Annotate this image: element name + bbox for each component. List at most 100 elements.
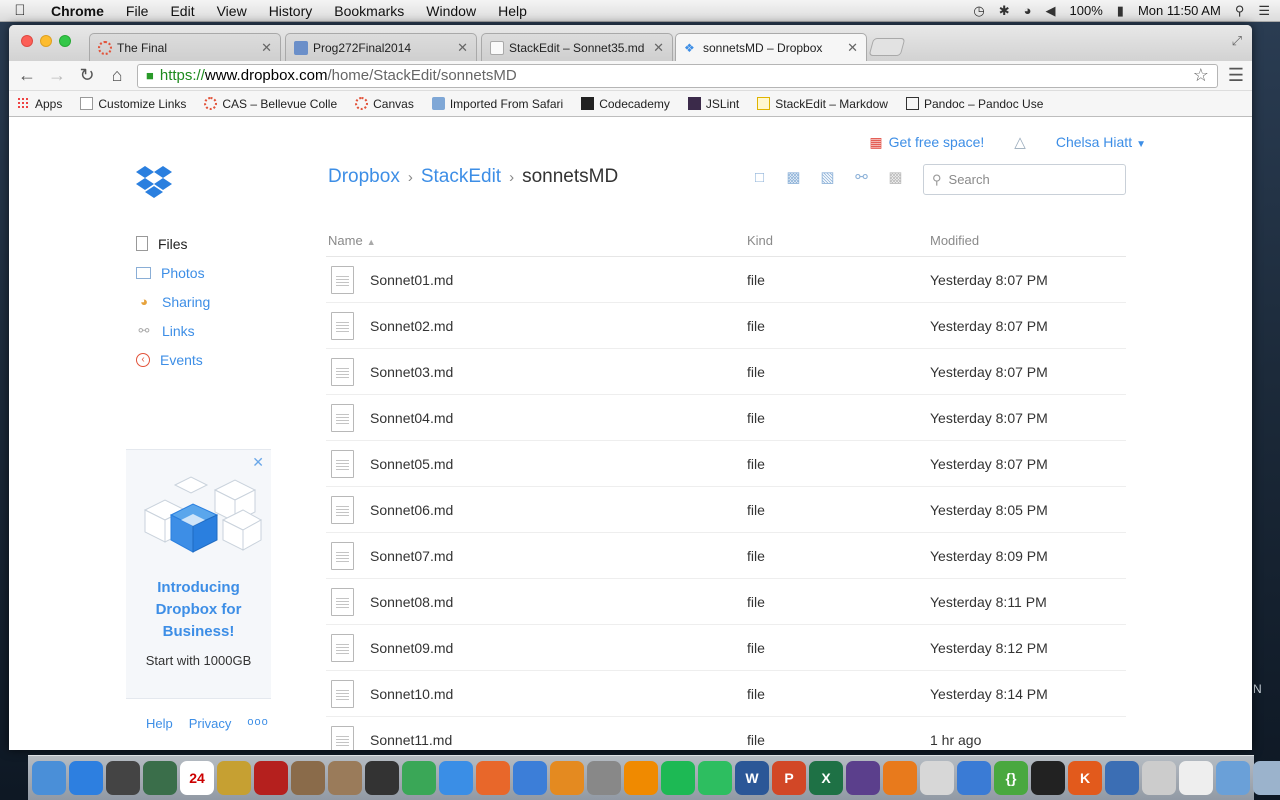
menu-view[interactable]: View xyxy=(206,3,258,19)
komodo-icon[interactable]: K xyxy=(1068,761,1102,795)
menu-history[interactable]: History xyxy=(258,3,324,19)
file-name[interactable]: Sonnet08.md xyxy=(370,594,453,610)
file-name[interactable]: Sonnet07.md xyxy=(370,548,453,564)
sidebar-item-photos[interactable]: Photos xyxy=(136,258,210,287)
trash-icon[interactable]: ▩ xyxy=(886,169,905,186)
notification-center-icon[interactable]: ☰ xyxy=(1258,3,1270,19)
new-tab-button[interactable] xyxy=(868,38,906,56)
bookmark-jslint[interactable]: JSLint xyxy=(687,97,739,111)
column-modified-header[interactable]: Modified xyxy=(930,233,1126,248)
wifi-icon[interactable]: ◕ xyxy=(1024,3,1032,18)
more-options-icon[interactable]: ooo xyxy=(247,716,268,731)
menu-app-chrome[interactable]: Chrome xyxy=(40,3,115,19)
app-store-icon[interactable] xyxy=(69,761,103,795)
close-tab-icon[interactable]: ✕ xyxy=(847,40,858,56)
menu-file[interactable]: File xyxy=(115,3,160,19)
column-name-header[interactable]: Name ▲ xyxy=(326,233,747,248)
menu-help[interactable]: Help xyxy=(487,3,538,19)
evernote-icon[interactable] xyxy=(698,761,732,795)
firefox-icon[interactable] xyxy=(476,761,510,795)
file-name[interactable]: Sonnet09.md xyxy=(370,640,453,656)
table-row[interactable]: Sonnet06.md file Yesterday 8:05 PM xyxy=(326,487,1126,533)
close-tab-icon[interactable]: ✕ xyxy=(653,40,664,56)
close-tab-icon[interactable]: ✕ xyxy=(261,40,272,56)
get-free-space-link[interactable]: ▦ Get free space! xyxy=(869,134,984,151)
notifications-bell-icon[interactable]: △ xyxy=(1014,133,1026,151)
upload-file-icon[interactable]: □ xyxy=(750,169,769,186)
spotify-icon[interactable] xyxy=(661,761,695,795)
virtualbox-icon[interactable] xyxy=(1105,761,1139,795)
zoom-window-button[interactable] xyxy=(59,35,71,47)
itunes-icon[interactable] xyxy=(513,761,547,795)
calendar-icon[interactable]: 24 xyxy=(180,761,214,795)
new-folder-icon[interactable]: ▩ xyxy=(784,169,803,186)
secure-lock-icon[interactable]: ■ xyxy=(146,68,154,83)
table-row[interactable]: Sonnet02.md file Yesterday 8:07 PM xyxy=(326,303,1126,349)
tab-dropbox-active[interactable]: ❖ sonnetsMD – Dropbox ✕ xyxy=(675,33,867,61)
brackets-icon[interactable]: {} xyxy=(994,761,1028,795)
close-promo-icon[interactable]: ✕ xyxy=(252,454,264,471)
table-row[interactable]: Sonnet10.md file Yesterday 8:14 PM xyxy=(326,671,1126,717)
back-button[interactable]: ← xyxy=(17,65,37,86)
iphoto-icon[interactable] xyxy=(328,761,362,795)
script-editor-icon[interactable] xyxy=(587,761,621,795)
dropbox-logo[interactable] xyxy=(135,165,173,204)
spotlight-search-icon[interactable]: ⚲ xyxy=(1235,3,1245,19)
bookmark-pandoc[interactable]: Pandoc – Pandoc Use xyxy=(905,97,1043,111)
settings-gear-icon[interactable] xyxy=(1142,761,1176,795)
minimize-window-button[interactable] xyxy=(40,35,52,47)
xcode-icon[interactable] xyxy=(957,761,991,795)
table-row[interactable]: Sonnet07.md file Yesterday 8:09 PM xyxy=(326,533,1126,579)
search-input[interactable] xyxy=(948,172,1109,187)
finder-icon[interactable] xyxy=(32,761,66,795)
tab-prog272[interactable]: Prog272Final2014 ✕ xyxy=(285,33,477,61)
user-menu[interactable]: Chelsa Hiatt ▼ xyxy=(1056,134,1146,150)
apple-menu-icon[interactable]:  xyxy=(0,2,40,19)
home-button[interactable]: ⌂ xyxy=(107,65,127,86)
downloads-stack-icon[interactable] xyxy=(1253,761,1280,795)
table-row[interactable]: Sonnet05.md file Yesterday 8:07 PM xyxy=(326,441,1126,487)
file-name[interactable]: Sonnet06.md xyxy=(370,502,453,518)
bookmark-canvas[interactable]: Canvas xyxy=(355,97,414,111)
volume-icon[interactable]: ◀ xyxy=(1046,3,1056,19)
menu-bookmarks[interactable]: Bookmarks xyxy=(323,3,415,19)
chrome-menu-icon[interactable]: ☰ xyxy=(1228,65,1244,86)
time-machine-icon[interactable] xyxy=(143,761,177,795)
bookmark-stackedit[interactable]: StackEdit – Markdow xyxy=(757,97,888,111)
column-kind-header[interactable]: Kind xyxy=(747,233,930,248)
search-box[interactable]: ⚲ xyxy=(923,164,1126,195)
excel-icon[interactable]: X xyxy=(809,761,843,795)
imovie-icon[interactable] xyxy=(217,761,251,795)
system-preferences-icon[interactable] xyxy=(883,761,917,795)
table-row[interactable]: Sonnet08.md file Yesterday 8:11 PM xyxy=(326,579,1126,625)
powerpoint-icon[interactable]: P xyxy=(772,761,806,795)
vlc-icon[interactable] xyxy=(624,761,658,795)
textedit-icon[interactable] xyxy=(920,761,954,795)
file-name[interactable]: Sonnet01.md xyxy=(370,272,453,288)
breadcrumb-root[interactable]: Dropbox xyxy=(328,166,400,188)
fullscreen-icon[interactable]: ⤢ xyxy=(1232,33,1242,49)
eclipse-icon[interactable] xyxy=(846,761,880,795)
file-name[interactable]: Sonnet10.md xyxy=(370,686,453,702)
sidebar-item-files[interactable]: Files xyxy=(136,229,210,258)
document-icon[interactable] xyxy=(1179,761,1213,795)
time-machine-status-icon[interactable]: ◷ xyxy=(973,3,984,19)
sidebar-item-sharing[interactable]: ◕ Sharing xyxy=(136,287,210,316)
photo-booth-icon[interactable] xyxy=(254,761,288,795)
sidebar-item-events[interactable]: ‹ Events xyxy=(136,345,210,374)
file-name[interactable]: Sonnet11.md xyxy=(370,732,452,748)
address-bar[interactable]: ■ https:// www.dropbox.com /home/StackEd… xyxy=(137,63,1218,88)
ibooks-icon[interactable] xyxy=(550,761,584,795)
bookmark-codecademy[interactable]: Codecademy xyxy=(581,97,670,111)
file-name[interactable]: Sonnet04.md xyxy=(370,410,453,426)
table-row[interactable]: Sonnet09.md file Yesterday 8:12 PM xyxy=(326,625,1126,671)
table-row[interactable]: Sonnet03.md file Yesterday 8:07 PM xyxy=(326,349,1126,395)
privacy-link[interactable]: Privacy xyxy=(189,716,232,731)
bookmark-apps[interactable]: Apps xyxy=(17,97,62,111)
sidebar-item-links[interactable]: ⚯ Links xyxy=(136,316,210,345)
bookmark-customize-links[interactable]: Customize Links xyxy=(80,97,186,111)
promo-title[interactable]: Introducing Dropbox for Business! xyxy=(126,577,271,643)
tab-the-final[interactable]: The Final ✕ xyxy=(89,33,281,61)
bluetooth-icon[interactable]: ✱ xyxy=(999,3,1010,19)
menu-window[interactable]: Window xyxy=(415,3,487,19)
